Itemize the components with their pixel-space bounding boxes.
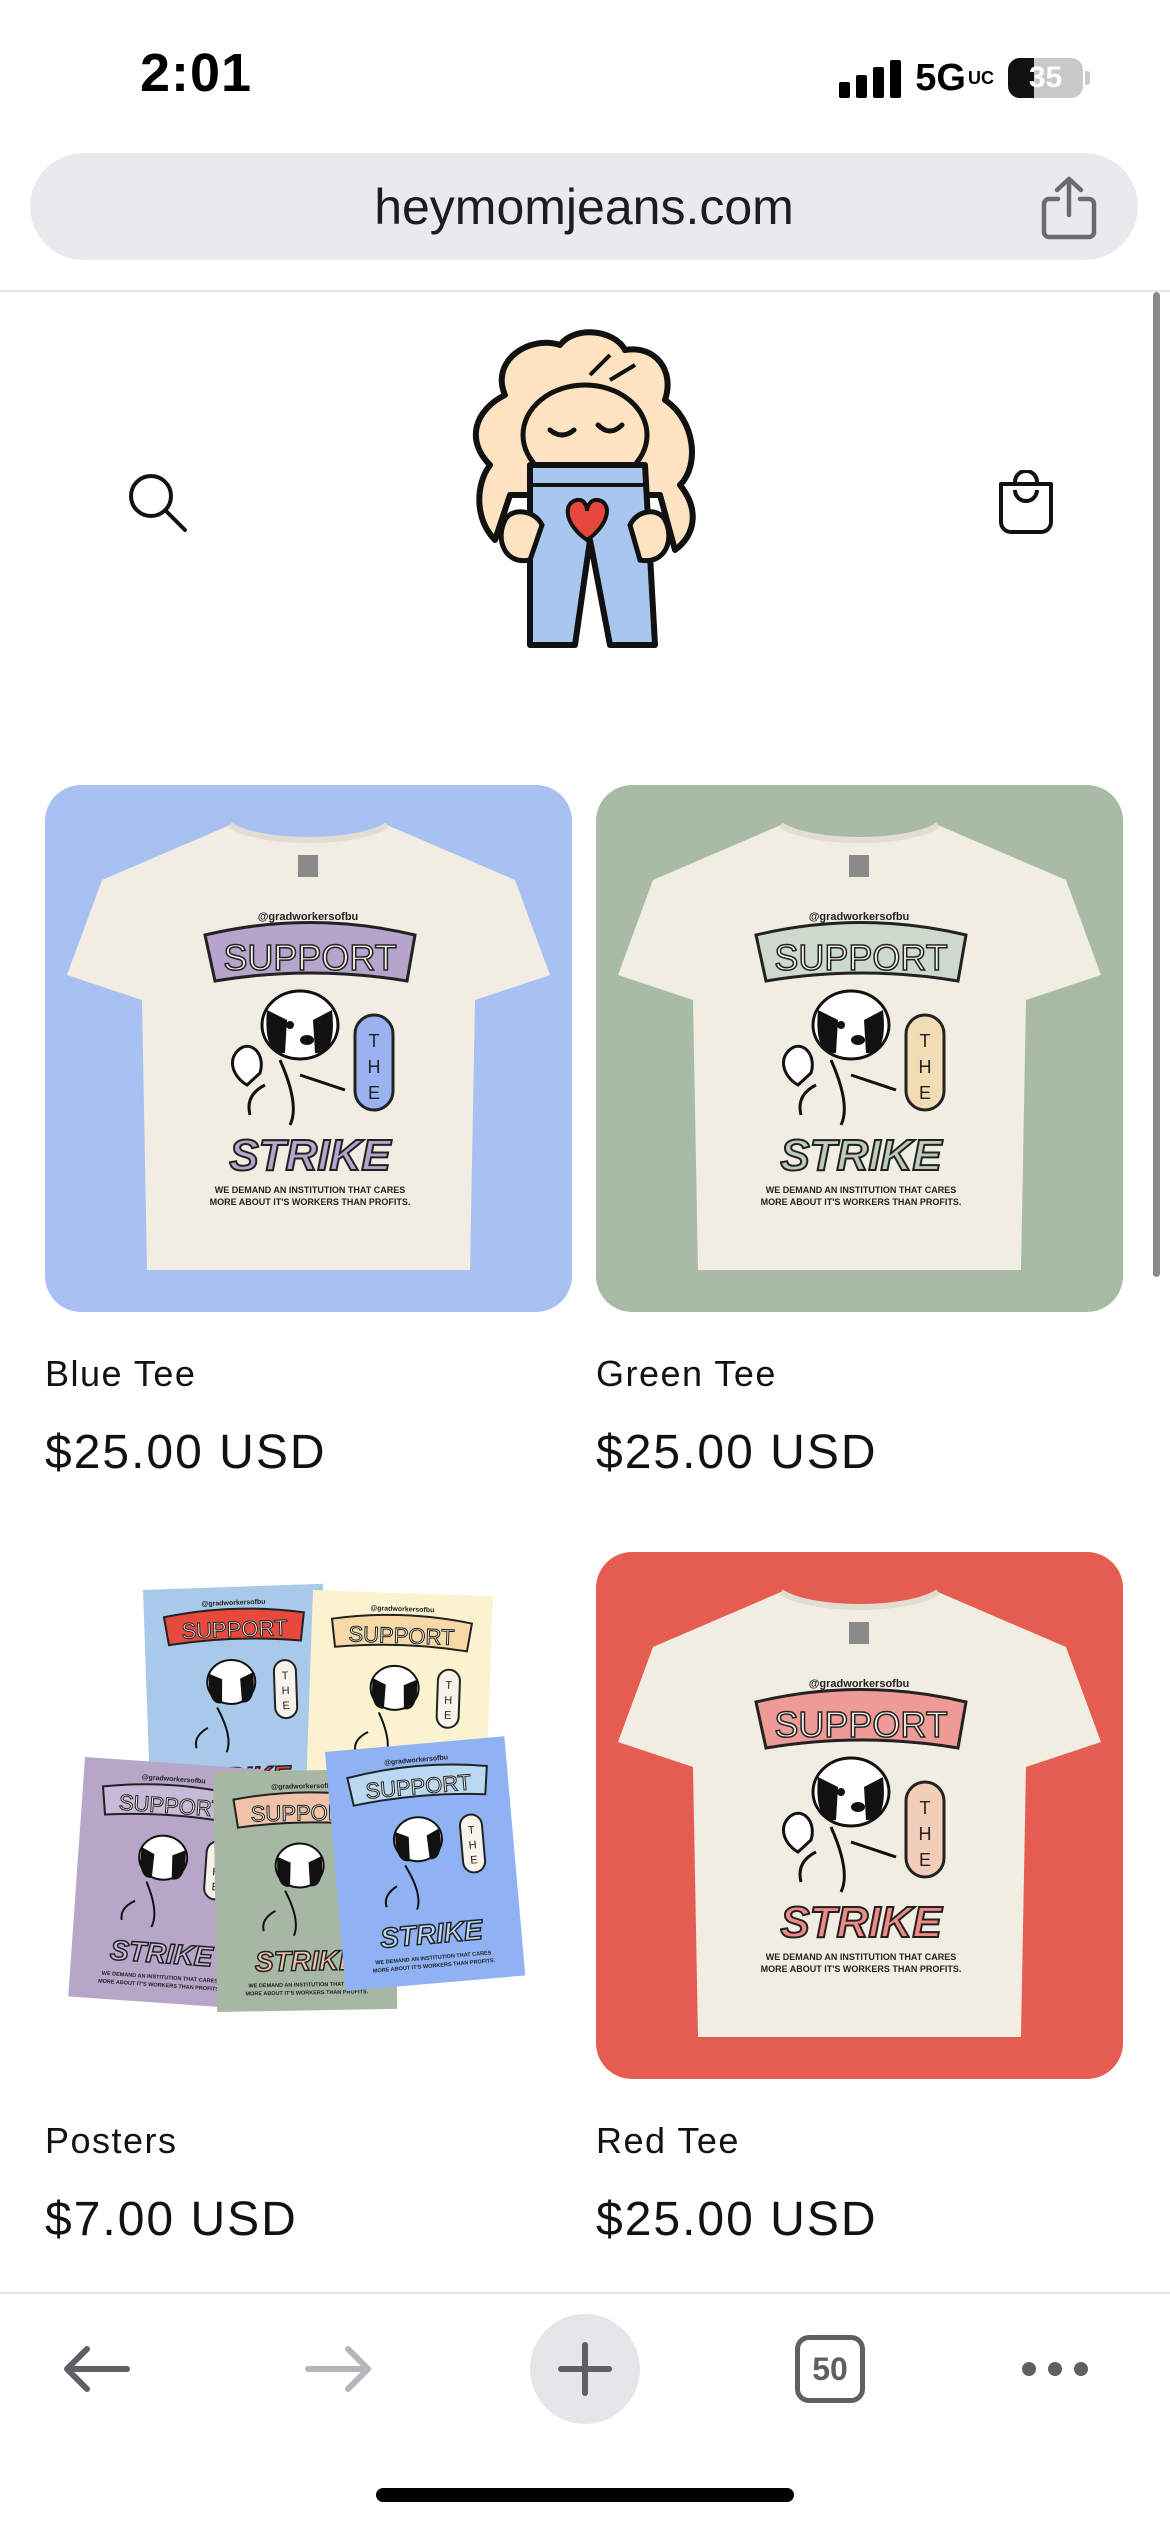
network-type: 5G UC	[915, 57, 994, 100]
scrollbar[interactable]	[1153, 292, 1160, 1277]
t-shirt-illustration: @gradworkersofbu SUPPORT T H E STRIKE WE…	[596, 1552, 1123, 2079]
network-suffix: UC	[968, 68, 994, 88]
browser-toolbar: 50	[0, 2294, 1170, 2434]
t-shirt-illustration: @gradworkersofbu SUPPORT T H E STRIKE WE…	[596, 785, 1123, 1312]
svg-text:H: H	[919, 1824, 932, 1844]
network-label: 5G	[915, 56, 966, 99]
t-shirt-illustration: @gradworkersofbu SUPPORT T H E STRIKE WE…	[45, 785, 572, 1312]
svg-text:T: T	[369, 1031, 380, 1051]
svg-text:T: T	[282, 1670, 289, 1682]
svg-text:E: E	[444, 1710, 452, 1722]
product-image-posters[interactable]: @gradworkersofbu SUPPORT T H E STRIKE WE…	[45, 1552, 572, 2079]
svg-text:MORE ABOUT IT'S WORKERS THAN P: MORE ABOUT IT'S WORKERS THAN PROFITS.	[761, 1964, 962, 1974]
product-title[interactable]: Blue Tee	[45, 1353, 196, 1395]
site-logo[interactable]	[450, 325, 720, 665]
product-price: $25.00 USD	[596, 1426, 878, 1479]
svg-text:T: T	[920, 1031, 931, 1051]
svg-text:WE DEMAND AN INSTITUTION THAT: WE DEMAND AN INSTITUTION THAT CARES	[215, 1185, 406, 1195]
svg-text:SUPPORT: SUPPORT	[223, 937, 396, 978]
product-image[interactable]: @gradworkersofbu SUPPORT T H E STRIKE WE…	[45, 785, 572, 1312]
svg-text:SUPPORT: SUPPORT	[348, 1621, 455, 1650]
svg-text:T: T	[468, 1824, 476, 1837]
svg-text:SUPPORT: SUPPORT	[774, 1704, 947, 1745]
svg-text:STRIKE: STRIKE	[780, 1131, 943, 1180]
svg-text:H: H	[468, 1839, 477, 1852]
product-title[interactable]: Green Tee	[596, 1353, 777, 1395]
svg-text:SUPPORT: SUPPORT	[181, 1615, 288, 1644]
svg-text:@gradworkersofbu: @gradworkersofbu	[271, 1783, 335, 1791]
svg-text:H: H	[281, 1685, 289, 1697]
svg-text:T: T	[920, 1798, 931, 1818]
share-icon[interactable]	[1038, 175, 1100, 241]
home-indicator[interactable]	[376, 2488, 794, 2502]
product-card-posters[interactable]: @gradworkersofbu SUPPORT T H E STRIKE WE…	[45, 1552, 572, 2246]
product-price: $25.00 USD	[45, 1426, 327, 1479]
product-image[interactable]: @gradworkersofbu SUPPORT T H E STRIKE WE…	[596, 785, 1123, 1312]
shopping-bag-icon[interactable]	[995, 469, 1057, 535]
svg-text:E: E	[919, 1083, 931, 1103]
product-title[interactable]: Posters	[45, 2120, 178, 2162]
back-arrow-icon[interactable]	[40, 2314, 150, 2424]
signal-icon	[839, 58, 902, 98]
page-divider	[0, 290, 1170, 292]
battery-icon: 35	[1008, 58, 1090, 98]
svg-text:H: H	[919, 1057, 932, 1077]
product-price: $7.00 USD	[45, 2193, 298, 2246]
product-image[interactable]: @gradworkersofbu SUPPORT T H E STRIKE WE…	[596, 1552, 1123, 2079]
svg-text:T: T	[445, 1680, 452, 1692]
svg-text:H: H	[368, 1057, 381, 1077]
svg-text:E: E	[470, 1854, 478, 1867]
tab-count[interactable]: 50	[795, 2335, 865, 2403]
url-text[interactable]: heymomjeans.com	[30, 153, 1138, 260]
svg-text:E: E	[919, 1850, 931, 1870]
svg-text:E: E	[368, 1083, 380, 1103]
forward-arrow-icon[interactable]	[285, 2314, 395, 2424]
product-card-green-tee[interactable]: @gradworkersofbu SUPPORT T H E STRIKE WE…	[596, 785, 1123, 1479]
svg-text:STRIKE: STRIKE	[229, 1131, 392, 1180]
posters-illustration: @gradworkersofbu SUPPORT T H E STRIKE WE…	[45, 1552, 572, 2079]
svg-text:MORE ABOUT IT'S WORKERS THAN P: MORE ABOUT IT'S WORKERS THAN PROFITS.	[210, 1197, 411, 1207]
product-price: $25.00 USD	[596, 2193, 878, 2246]
status-indicators: 5G UC 35	[839, 50, 1090, 106]
svg-text:WE DEMAND AN INSTITUTION THAT: WE DEMAND AN INSTITUTION THAT CARES	[766, 1952, 957, 1962]
battery-percent: 35	[1028, 61, 1063, 94]
product-title[interactable]: Red Tee	[596, 2120, 740, 2162]
svg-text:E: E	[282, 1700, 290, 1712]
svg-text:SUPPORT: SUPPORT	[774, 937, 947, 978]
search-icon[interactable]	[125, 470, 190, 535]
new-tab-button[interactable]	[530, 2314, 640, 2424]
svg-text:WE DEMAND AN INSTITUTION THAT: WE DEMAND AN INSTITUTION THAT CARES	[766, 1185, 957, 1195]
tabs-button[interactable]: 50	[775, 2314, 885, 2424]
svg-text:STRIKE: STRIKE	[780, 1898, 943, 1947]
status-bar: 2:01 5G UC 35	[0, 0, 1170, 150]
more-icon[interactable]	[1000, 2314, 1110, 2424]
status-time: 2:01	[140, 43, 253, 103]
product-card-blue-tee[interactable]: @gradworkersofbu SUPPORT T H E STRIKE WE…	[45, 785, 572, 1479]
svg-text:MORE ABOUT IT'S WORKERS THAN P: MORE ABOUT IT'S WORKERS THAN PROFITS.	[761, 1197, 962, 1207]
product-card-red-tee[interactable]: @gradworkersofbu SUPPORT T H E STRIKE WE…	[596, 1552, 1123, 2246]
address-bar[interactable]: heymomjeans.com	[30, 153, 1138, 260]
svg-text:H: H	[444, 1695, 452, 1707]
plus-icon	[558, 2342, 612, 2396]
